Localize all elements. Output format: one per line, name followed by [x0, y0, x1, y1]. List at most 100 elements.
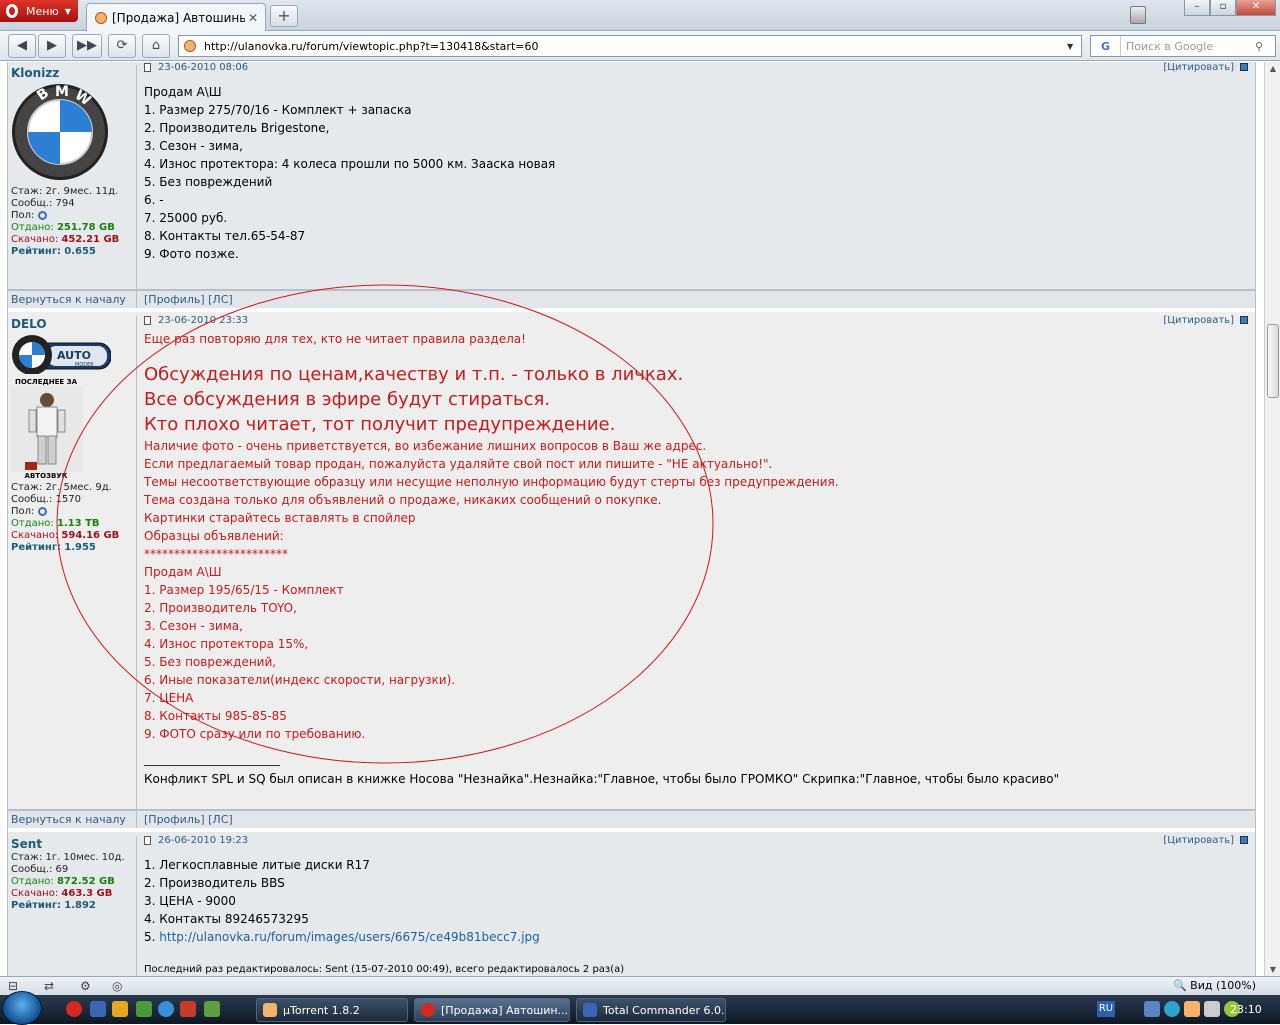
search-icon[interactable]: ⚲ [1255, 40, 1275, 53]
tray-app-icon[interactable] [1164, 1001, 1180, 1017]
rule-line: Тема создана только для объявлений о про… [144, 493, 662, 507]
select-post-icon[interactable] [1240, 316, 1248, 324]
start-button[interactable] [2, 991, 42, 1025]
quote-button[interactable]: [Цитировать] [1163, 62, 1234, 73]
aimp-icon[interactable] [112, 1001, 128, 1017]
sex-label: Пол: [11, 210, 35, 221]
zoom-level[interactable]: 🔍 Вид (100%) [1173, 979, 1256, 992]
post: Sent Стаж: 1г. 10мес. 10д. Сообщ.: 69 От… [8, 832, 1255, 976]
msgs-label: Сообщ.: [11, 198, 53, 209]
bmw-auto-moder-badge-icon: AUTO MODER [12, 335, 112, 375]
profile-pm-links[interactable]: [Профиль] [ЛС] [137, 813, 233, 826]
opera-icon[interactable] [66, 1001, 82, 1017]
home-button[interactable]: ⌂ [142, 34, 170, 58]
sex-label: Пол: [11, 506, 35, 517]
turbo-icon[interactable]: ◎ [112, 979, 122, 993]
select-post-icon[interactable] [1240, 836, 1248, 844]
browser-tab-active[interactable]: [Продажа] Автошины, ... ✕ [86, 3, 266, 31]
post-big-line: Кто плохо читает, тот получит предупрежд… [144, 414, 616, 435]
task-label: [Продажа] Автошин... [441, 1003, 569, 1017]
vertical-scrollbar[interactable]: ▲ ▼ [1264, 62, 1280, 976]
post-footer: Вернуться к началу [Профиль] [ЛС] [8, 290, 1255, 308]
avatar-caption-top: ПОСЛЕДНЕЕ ЗА [14, 378, 78, 386]
bmw-logo-icon: B M W [12, 84, 108, 180]
close-window-button[interactable]: ✕ [1236, 0, 1276, 16]
sync-icon[interactable]: ⇄ [44, 979, 54, 993]
post-footer: Вернуться к началу [Профиль] [ЛС] [8, 810, 1255, 828]
total-commander-icon[interactable] [90, 1001, 106, 1017]
download-label: Скачано: [11, 234, 59, 245]
post-author: DELO AUTO MODER ПОСЛЕДНЕЕ ЗА АВТОЗВУК Ст… [8, 316, 137, 809]
app-icon-2[interactable] [204, 1001, 220, 1017]
sample-line: 7. ЦЕНА [144, 691, 194, 705]
rating-label: Рейтинг: [11, 542, 62, 553]
badge-subtext: MODER [75, 362, 94, 368]
post-date: 23-06-2010 08:06 [158, 62, 249, 73]
page-viewport: Klonizz B M W Стаж: 2г. 9мес. 11д. Сообщ… [0, 62, 1264, 976]
chevron-down-icon: ▼ [64, 6, 71, 16]
post-header: 23-06-2010 23:33 [Цитировать] [144, 312, 1248, 328]
language-indicator[interactable]: RU [1097, 1001, 1115, 1017]
quote-button[interactable]: [Цитировать] [1163, 835, 1234, 846]
app-icon[interactable] [180, 1001, 196, 1017]
upload-label: Отдано: [11, 222, 54, 233]
search-box[interactable]: G Поиск в Google ⚲ [1090, 35, 1276, 57]
forward-button[interactable]: ▶ [38, 34, 66, 58]
unite-icon[interactable]: ⚙ [80, 979, 91, 993]
post: DELO AUTO MODER ПОСЛЕДНЕЕ ЗА АВТОЗВУК Ст… [8, 312, 1255, 810]
post: Klonizz B M W Стаж: 2г. 9мес. 11д. Сообщ… [8, 62, 1255, 290]
rating-label: Рейтинг: [11, 900, 62, 911]
tray-network-icon[interactable] [1144, 1001, 1160, 1017]
post-body: Продам А\Ш 1. Размер 275/70/16 - Комплек… [144, 75, 1248, 263]
edited-note: Последний раз редактировалось: Sent (15-… [144, 964, 625, 975]
sample-line: 1. Размер 195/65/15 - Комплект [144, 583, 344, 597]
author-nick[interactable]: Klonizz [11, 66, 133, 80]
trash-icon[interactable] [1130, 6, 1146, 24]
task-utorrent[interactable]: µTorrent 1.8.2 [256, 998, 408, 1022]
opera-menu-button[interactable]: Меню ▼ [0, 0, 78, 22]
post-date: 23-06-2010 23:33 [158, 314, 249, 326]
author-nick[interactable]: Sent [11, 837, 133, 851]
chevron-down-icon[interactable]: ▼ [1067, 42, 1081, 51]
reload-button[interactable]: ⟳ [108, 34, 136, 58]
search-input[interactable]: Поиск в Google [1121, 40, 1255, 53]
scroll-up-icon[interactable]: ▲ [1267, 64, 1279, 73]
close-tab-icon[interactable]: ✕ [245, 11, 261, 25]
profile-pm-links[interactable]: [Профиль] [ЛС] [137, 293, 233, 306]
image-link[interactable]: http://ulanovka.ru/forum/images/users/66… [159, 930, 540, 944]
post-icon[interactable] [144, 62, 151, 72]
back-to-top-link[interactable]: Вернуться к началу [8, 811, 137, 828]
minimize-button[interactable]: – [1184, 0, 1210, 16]
task-total-commander[interactable]: Total Commander 6.0... [576, 998, 726, 1022]
select-post-icon[interactable] [1240, 63, 1248, 71]
tray-utorrent-icon[interactable] [1184, 1001, 1200, 1017]
post-icon[interactable] [144, 315, 151, 325]
new-tab-button[interactable]: + [270, 5, 298, 27]
author-nick[interactable]: DELO [11, 317, 133, 331]
fast-forward-button[interactable]: ▶▶ [72, 34, 102, 58]
download-value: 594.16 GB [61, 530, 120, 541]
scroll-down-icon[interactable]: ▼ [1267, 965, 1279, 974]
volume-icon[interactable] [1204, 1001, 1220, 1017]
clock[interactable]: 23:10 [1230, 1003, 1262, 1016]
upload-value: 1.13 TB [56, 518, 100, 529]
network-icon[interactable] [158, 1001, 174, 1017]
maximize-button[interactable]: ▫ [1210, 0, 1236, 16]
address-bar[interactable]: http://ulanovka.ru/forum/viewtopic.php?t… [178, 35, 1082, 57]
person-photo-icon [11, 386, 83, 472]
task-opera[interactable]: [Продажа] Автошин... [414, 998, 570, 1022]
post-line: 1. Легкосплавные литые диски R17 [144, 858, 370, 872]
badge-text: AUTO [57, 349, 91, 362]
link-prefix: 5. [144, 930, 160, 944]
google-icon[interactable]: G [1091, 36, 1121, 56]
post-line: 2. Производитель Brigestone, [144, 121, 330, 135]
task-label: µTorrent 1.8.2 [283, 1003, 360, 1017]
rating-label: Рейтинг: [11, 246, 62, 257]
back-to-top-link[interactable]: Вернуться к началу [8, 291, 137, 308]
back-button[interactable]: ◀ [8, 34, 36, 58]
post-icon[interactable] [144, 835, 151, 845]
url-text[interactable]: http://ulanovka.ru/forum/viewtopic.php?t… [204, 40, 1067, 53]
utorrent-quicklaunch-icon[interactable] [136, 1001, 152, 1017]
scroll-thumb[interactable] [1267, 324, 1279, 398]
quote-button[interactable]: [Цитировать] [1163, 315, 1234, 326]
